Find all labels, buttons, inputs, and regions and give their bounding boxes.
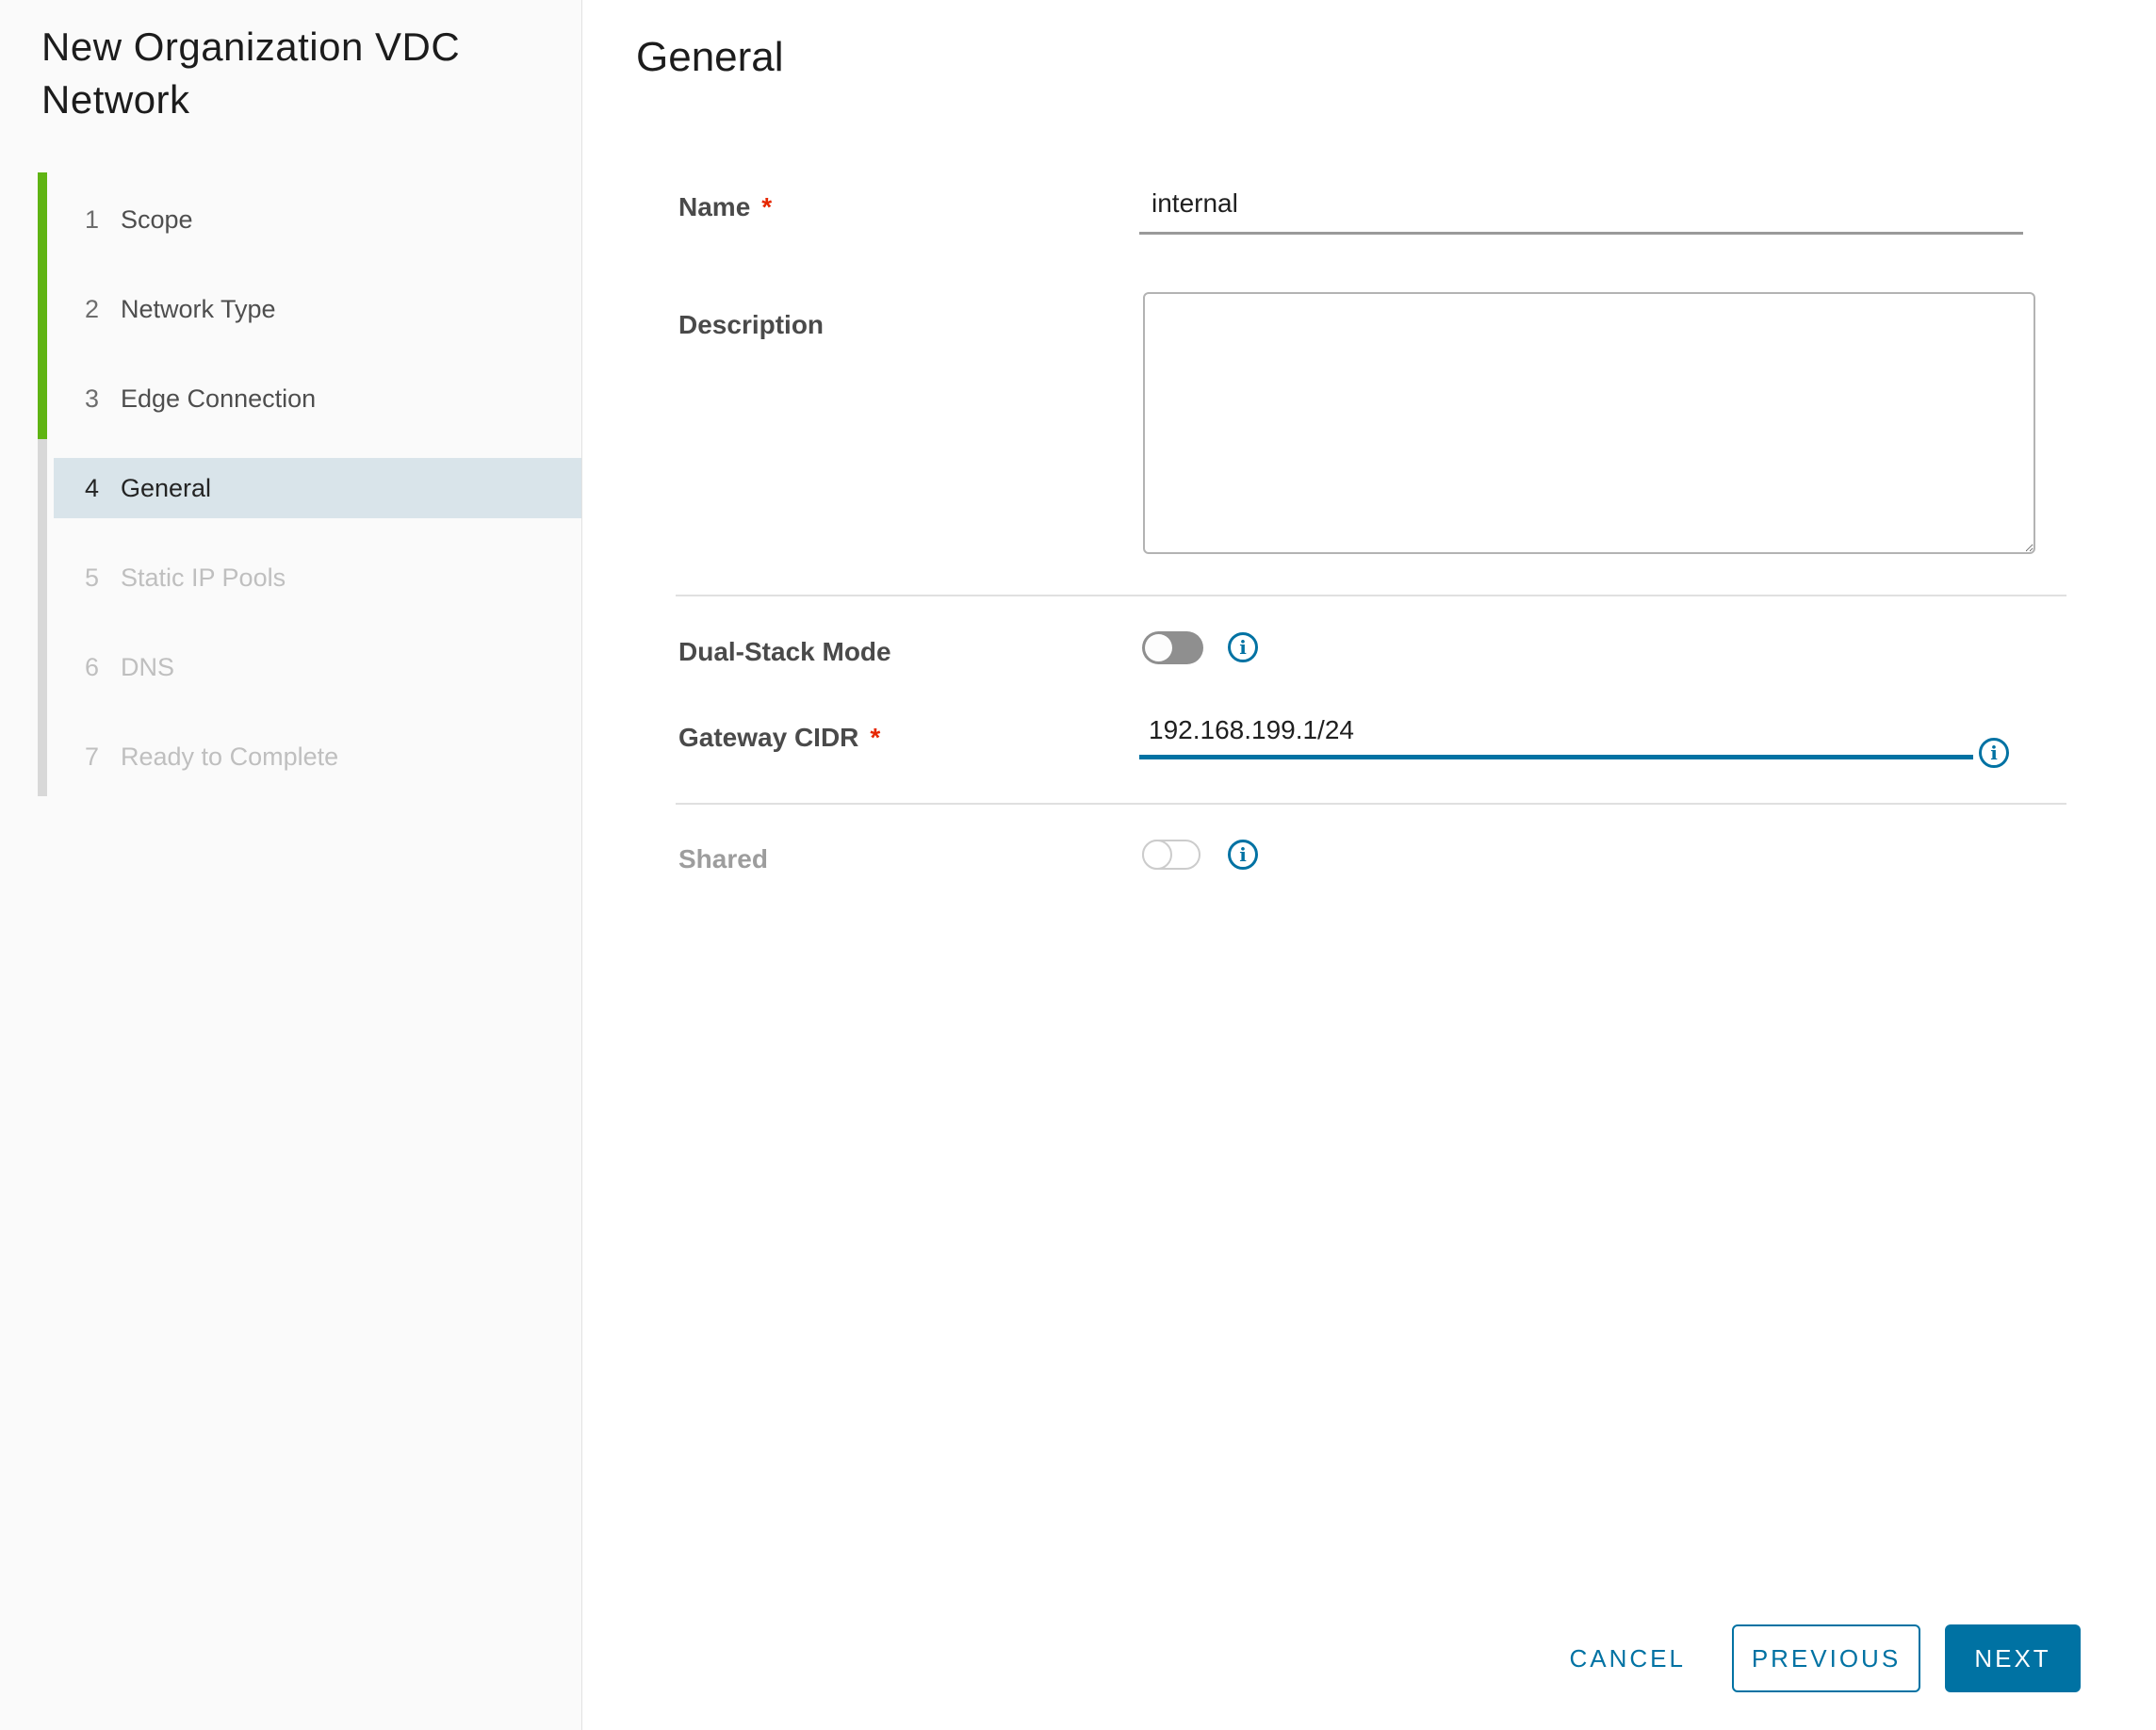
name-input[interactable] xyxy=(1139,185,2023,235)
required-asterisk xyxy=(761,192,772,221)
step-label: Ready to Complete xyxy=(121,743,339,771)
previous-button[interactable]: PREVIOUS xyxy=(1732,1624,1920,1692)
next-button[interactable]: NEXT xyxy=(1945,1624,2081,1692)
required-asterisk xyxy=(870,723,880,752)
wizard-sidebar: New Organization VDC Network 1 Scope 2 N… xyxy=(0,0,582,1730)
step-item-general[interactable]: 4 General xyxy=(47,444,581,533)
toggle-knob xyxy=(1142,840,1172,870)
info-icon[interactable] xyxy=(1228,840,1258,870)
step-number: 5 xyxy=(85,563,100,592)
description-textarea[interactable] xyxy=(1143,292,2035,554)
step-number: 6 xyxy=(85,653,100,681)
step-number: 2 xyxy=(85,295,100,323)
info-icon[interactable] xyxy=(1228,632,1258,662)
gateway-cidr-input[interactable] xyxy=(1139,712,1973,759)
info-icon[interactable] xyxy=(1979,738,2009,768)
toggle-knob xyxy=(1145,634,1172,661)
remaining-steps-bar xyxy=(38,439,47,796)
name-label: Name xyxy=(678,192,772,222)
step-label: Scope xyxy=(121,205,193,234)
step-item-network-type[interactable]: 2 Network Type xyxy=(47,265,581,354)
wizard-title: New Organization VDC Network xyxy=(41,24,461,122)
shared-toggle xyxy=(1142,840,1200,870)
step-label: DNS xyxy=(121,653,175,681)
page-title: General xyxy=(636,34,784,80)
step-item-ready-to-complete: 7 Ready to Complete xyxy=(47,712,581,802)
wizard-steps-nav: 1 Scope 2 Network Type 3 Edge Connection… xyxy=(47,175,581,802)
step-number: 4 xyxy=(85,474,100,502)
section-divider xyxy=(676,595,2066,596)
step-number: 3 xyxy=(85,384,100,413)
description-label: Description xyxy=(678,310,825,339)
wizard-footer: CANCEL PREVIOUS NEXT xyxy=(1562,1624,2081,1692)
step-label: General xyxy=(121,474,212,502)
step-number: 7 xyxy=(85,743,100,771)
dual-stack-mode-toggle[interactable] xyxy=(1142,631,1203,664)
step-item-edge-connection[interactable]: 3 Edge Connection xyxy=(47,354,581,444)
step-number: 1 xyxy=(85,205,100,234)
completed-steps-bar xyxy=(38,172,47,439)
step-item-scope[interactable]: 1 Scope xyxy=(47,175,581,265)
gateway-cidr-label: Gateway CIDR xyxy=(678,723,880,753)
step-label: Network Type xyxy=(121,295,276,323)
step-label: Static IP Pools xyxy=(121,563,286,592)
step-item-static-ip-pools: 5 Static IP Pools xyxy=(47,533,581,623)
step-item-dns: 6 DNS xyxy=(47,623,581,712)
step-label: Edge Connection xyxy=(121,384,317,413)
shared-label: Shared xyxy=(678,844,768,873)
dual-stack-mode-label: Dual-Stack Mode xyxy=(678,637,891,666)
section-divider xyxy=(676,803,2066,805)
cancel-button[interactable]: CANCEL xyxy=(1562,1624,1693,1692)
